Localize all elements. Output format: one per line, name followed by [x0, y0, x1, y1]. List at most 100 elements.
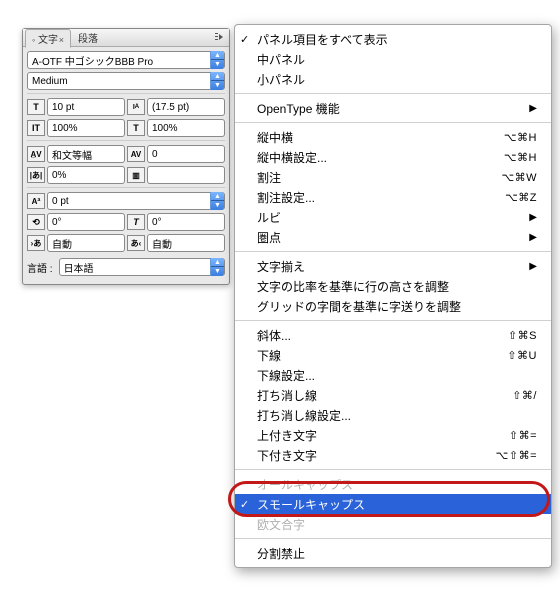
font-weight-combo[interactable]: ▲▼	[27, 72, 225, 90]
menu-strike-settings[interactable]: 打ち消し線設定...	[235, 405, 551, 425]
grid-combo[interactable]: ▲▼	[147, 166, 225, 184]
submenu-arrow-icon: ▶	[529, 261, 537, 272]
check-icon: ✓	[240, 33, 249, 46]
submenu-arrow-icon: ▶	[529, 212, 537, 223]
shortcut: ⇧⌘U	[507, 349, 537, 362]
menu-ratio-line-height[interactable]: 文字の比率を基準に行の高さを調整	[235, 276, 551, 296]
menu-label: パネル項目をすべて表示	[257, 31, 388, 48]
menu-no-break[interactable]: 分割禁止	[235, 543, 551, 563]
aki-after-icon: あ‹	[127, 235, 145, 251]
menu-opentype[interactable]: OpenType 機能 ▶	[235, 98, 551, 118]
stepper-icon[interactable]: ▲▼	[210, 258, 224, 276]
menu-label: 圏点	[257, 229, 281, 246]
tab-character[interactable]: ◦ 文字 ×	[25, 29, 71, 48]
kerning-icon: A̲V	[27, 146, 45, 162]
rotate-icon: ⟲	[27, 214, 45, 230]
menu-tcy[interactable]: 縦中横⌥⌘H	[235, 127, 551, 147]
menu-moji-soroe[interactable]: 文字揃え ▶	[235, 256, 551, 276]
menu-strike[interactable]: 打ち消し線⇧⌘/	[235, 385, 551, 405]
menu-subscript[interactable]: 下付き文字 ⌥⇧⌘=	[235, 445, 551, 465]
language-combo[interactable]: ▲▼	[59, 258, 225, 276]
shortcut: ⌥⇧⌘=	[496, 449, 537, 462]
menu-separator	[235, 93, 551, 94]
menu-separator	[235, 320, 551, 321]
menu-label: 文字の比率を基準に行の高さを調整	[257, 278, 449, 295]
font-weight-input[interactable]	[28, 76, 210, 87]
shortcut: ⌥⌘H	[504, 151, 537, 164]
menu-underline[interactable]: 下線⇧⌘U	[235, 345, 551, 365]
menu-small-panel[interactable]: 小パネル	[235, 69, 551, 89]
baseline-input[interactable]	[48, 196, 210, 207]
menu-mid-panel[interactable]: 中パネル	[235, 49, 551, 69]
kerning-combo[interactable]: ▲▼	[47, 145, 125, 163]
menu-label: 割注	[257, 169, 281, 186]
menu-all-caps[interactable]: オールキャップス	[235, 474, 551, 494]
leading-combo[interactable]: ▲▼	[147, 98, 225, 116]
aki-after-combo[interactable]: ▲▼	[147, 234, 225, 252]
font-family-input[interactable]	[28, 55, 210, 66]
submenu-arrow-icon: ▶	[529, 232, 537, 243]
rotate-combo[interactable]: ▲▼	[47, 213, 125, 231]
vertical-scale-combo[interactable]: ▲▼	[47, 119, 125, 137]
menu-underline-settings[interactable]: 下線設定...	[235, 365, 551, 385]
menu-small-caps[interactable]: ✓ スモールキャップス	[235, 494, 551, 514]
leading-icon: IA	[127, 99, 145, 115]
menu-label: 中パネル	[257, 51, 305, 68]
tab-label: 段落	[78, 34, 98, 45]
menu-ruby[interactable]: ルビ▶	[235, 207, 551, 227]
flyout-menu: ✓ パネル項目をすべて表示 中パネル 小パネル OpenType 機能 ▶ 縦中横⌥…	[234, 24, 552, 568]
stepper-icon[interactable]: ▲▼	[210, 192, 224, 210]
horizontal-scale-combo[interactable]: ▲▼	[147, 119, 225, 137]
skew-icon: T	[127, 214, 145, 230]
tracking-combo[interactable]: ▲▼	[147, 145, 225, 163]
dock-icon: ◦	[32, 35, 35, 45]
menu-label: 下線設定...	[257, 367, 315, 384]
tracking-icon: AV	[127, 146, 145, 162]
shortcut: ⌥⌘Z	[505, 191, 537, 204]
menu-label: 欧文合字	[257, 516, 305, 533]
menu-superscript[interactable]: 上付き文字⇧⌘=	[235, 425, 551, 445]
character-panel: ◦ 文字 × 段落 ▲▼ ▲▼ T ▲▼ IA ▲▼ IT ▲▼ T ▲▼ A̲…	[22, 28, 230, 285]
tsume-icon: |あ|	[27, 167, 45, 183]
tab-label: 文字	[38, 35, 58, 46]
shortcut: ⌥⌘W	[501, 171, 537, 184]
menu-warichu-settings[interactable]: 割注設定... ⌥⌘Z	[235, 187, 551, 207]
menu-label: 打ち消し線	[257, 387, 317, 404]
tsume-combo[interactable]: ▲▼	[47, 166, 125, 184]
font-size-combo[interactable]: ▲▼	[47, 98, 125, 116]
stepper-icon[interactable]: ▲▼	[210, 51, 224, 69]
menu-label: 割注設定...	[257, 189, 315, 206]
menu-grid-jioku[interactable]: グリッドの字間を基準に字送りを調整	[235, 296, 551, 316]
menu-ligature[interactable]: 欧文合字	[235, 514, 551, 534]
panel-menu-button[interactable]	[215, 31, 227, 43]
menu-label: 斜体...	[257, 327, 291, 344]
submenu-arrow-icon: ▶	[529, 103, 537, 114]
menu-separator	[235, 251, 551, 252]
skew-combo[interactable]: ▲▼	[147, 213, 225, 231]
menu-separator	[235, 122, 551, 123]
menu-label: OpenType 機能	[257, 100, 340, 117]
baseline-combo[interactable]: ▲▼	[47, 192, 225, 210]
menu-show-all[interactable]: ✓ パネル項目をすべて表示	[235, 29, 551, 49]
menu-kenten[interactable]: 圏点 ▶	[235, 227, 551, 247]
vertical-scale-icon: IT	[27, 120, 45, 136]
grid-icon: ▥	[127, 167, 145, 183]
menu-label: スモールキャップス	[257, 496, 365, 513]
aki-before-combo[interactable]: ▲▼	[47, 234, 125, 252]
menu-label: 下付き文字	[257, 447, 317, 464]
menu-label: 分割禁止	[257, 545, 305, 562]
language-input[interactable]	[60, 262, 210, 273]
close-icon[interactable]: ×	[59, 35, 64, 45]
aki-before-icon: ›あ	[27, 235, 45, 251]
menu-tcy-settings[interactable]: 縦中横設定...⌥⌘H	[235, 147, 551, 167]
baseline-icon: Aª	[27, 193, 45, 209]
menu-italic[interactable]: 斜体...⇧⌘S	[235, 325, 551, 345]
shortcut: ⇧⌘=	[509, 429, 537, 442]
horizontal-scale-icon: T	[127, 120, 145, 136]
font-family-combo[interactable]: ▲▼	[27, 51, 225, 69]
stepper-icon[interactable]: ▲▼	[210, 72, 224, 90]
menu-label: 文字揃え	[257, 258, 305, 275]
tab-paragraph[interactable]: 段落	[71, 28, 105, 47]
check-icon: ✓	[240, 498, 249, 511]
menu-warichu[interactable]: 割注 ⌥⌘W	[235, 167, 551, 187]
